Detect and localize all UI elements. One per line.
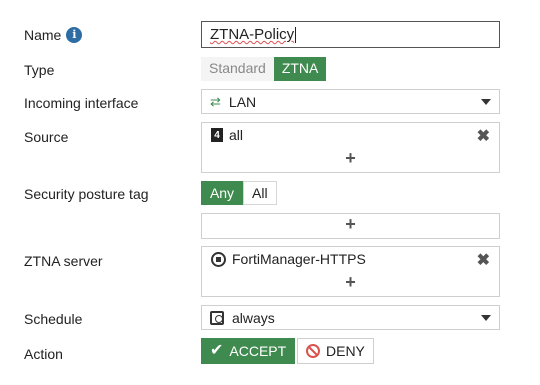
source-entry-label: all [229, 127, 244, 143]
type-option-ztna[interactable]: ZTNA [273, 57, 327, 81]
incoming-interface-value: LAN [228, 93, 257, 110]
posture-option-any[interactable]: Any [201, 181, 243, 205]
type-label: Type [24, 62, 55, 78]
schedule-value: always [232, 309, 275, 326]
type-toggle: Standard ZTNA [201, 57, 327, 81]
schedule-select[interactable]: always [201, 305, 500, 330]
source-field: 4 all ✖ + [201, 122, 500, 173]
incoming-interface-label: Incoming interface [24, 95, 139, 111]
posture-tag-toggle: Any All [201, 181, 277, 205]
ztna-server-entry: FortiManager-HTTPS [211, 251, 366, 267]
action-label: Action [24, 346, 63, 362]
accept-label: ACCEPT [229, 343, 287, 359]
server-icon [211, 251, 226, 267]
ztna-server-label: ZTNA server [24, 253, 103, 269]
name-label-text: Name [24, 27, 62, 43]
address-group-icon: 4 [211, 128, 223, 142]
name-label: Name i [24, 26, 83, 44]
chevron-down-icon [481, 314, 491, 321]
check-icon: ✔ [210, 342, 224, 359]
source-entry: 4 all [211, 127, 243, 143]
posture-tag-field: + [201, 213, 500, 239]
name-input-value: ZTNA-Policy [210, 26, 295, 43]
security-posture-tag-label: Security posture tag [24, 186, 149, 202]
deny-icon [306, 344, 320, 358]
info-icon[interactable]: i [66, 27, 83, 43]
chevron-down-icon [481, 98, 491, 105]
deny-label: DENY [326, 343, 365, 359]
incoming-interface-select[interactable]: ⇄ LAN [201, 89, 500, 114]
text-caret [295, 27, 297, 44]
posture-tag-add-button[interactable]: + [202, 214, 499, 235]
deny-button[interactable]: DENY [297, 338, 374, 364]
source-add-button[interactable]: + [202, 148, 499, 169]
source-remove-icon[interactable]: ✖ [477, 126, 490, 146]
schedule-icon [210, 310, 224, 325]
schedule-label: Schedule [24, 311, 83, 327]
ztna-server-remove-icon[interactable]: ✖ [477, 250, 490, 270]
ztna-server-add-button[interactable]: + [202, 272, 499, 293]
accept-button[interactable]: ✔ ACCEPT [201, 338, 296, 364]
name-input[interactable]: ZTNA-Policy [201, 21, 500, 48]
posture-option-all[interactable]: All [243, 181, 277, 205]
swap-arrows-icon: ⇄ [210, 93, 221, 109]
source-label: Source [24, 129, 69, 145]
ztna-server-entry-label: FortiManager-HTTPS [232, 251, 366, 267]
ztna-server-field: FortiManager-HTTPS ✖ + [201, 246, 500, 297]
type-option-standard[interactable]: Standard [201, 57, 274, 81]
